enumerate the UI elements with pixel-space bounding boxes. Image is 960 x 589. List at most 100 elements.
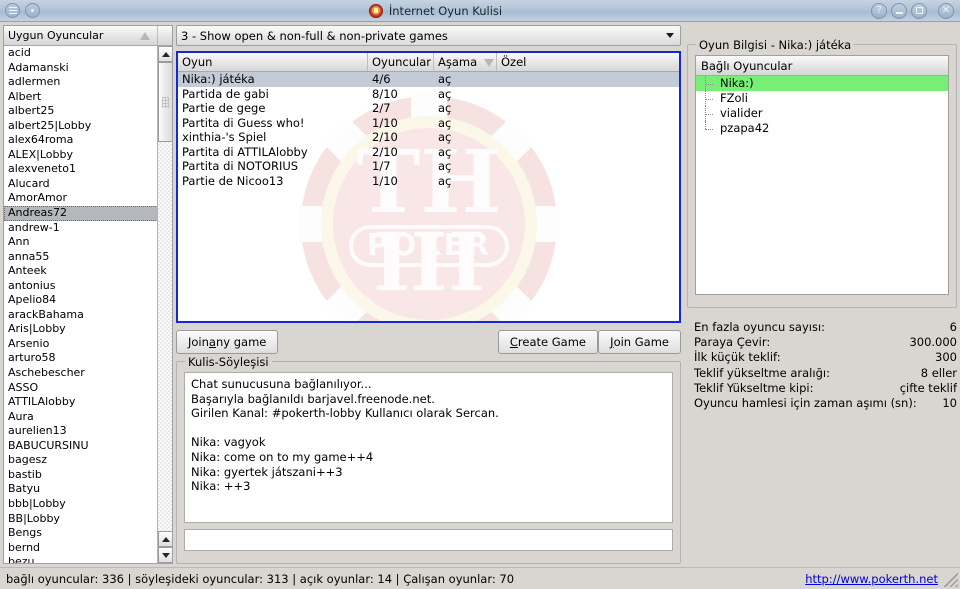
game-cell-oyuncular: 2/10 (372, 144, 398, 159)
player-list-item[interactable]: bezu (4, 555, 172, 563)
player-list-item[interactable]: AmorAmor (4, 191, 172, 206)
svg-text:III: III (372, 215, 484, 309)
player-list-item[interactable]: Aschebescher (4, 366, 172, 381)
player-list-item[interactable]: albert25|Lobby (4, 119, 172, 134)
game-cell-asama: aç (438, 86, 452, 101)
player-list-item[interactable]: Albert (4, 90, 172, 105)
create-game-button[interactable]: Create Game (497, 330, 598, 354)
game-row[interactable]: Nika:) játéka 4/6 aç (178, 72, 679, 87)
player-list-item[interactable]: antonius (4, 279, 172, 294)
game-cell-ozel (497, 72, 679, 87)
main-content: Uygun Oyuncular acid Adamanski adlermen Alb… (0, 22, 960, 567)
available-players-list[interactable]: acid Adamanski adlermen Albert albert25 alber… (4, 46, 172, 563)
game-action-buttons: Join a ny game Create Game Join Game (176, 330, 681, 354)
connected-player-item[interactable]: pzapa42 (696, 121, 948, 136)
join-game-button[interactable]: Join Game (598, 330, 681, 354)
stat-label: Paraya Çevir: (694, 335, 771, 350)
website-link[interactable]: http://www.pokerth.net (805, 572, 938, 586)
connected-player-item[interactable]: Nika:) (696, 76, 948, 91)
connected-players-list[interactable]: Nika:) FZoli vialider pzapa42 (696, 76, 948, 136)
game-row[interactable]: Partida de gabi 8/10 aç (178, 87, 679, 102)
connected-players-header: Bağlı Oyuncular (696, 56, 948, 76)
player-list-item[interactable]: ALEX|Lobby (4, 148, 172, 163)
column-header-asama[interactable]: Aşama (434, 53, 497, 71)
player-list-item[interactable]: aurelien13 (4, 424, 172, 439)
player-list-item[interactable]: Batyu (4, 482, 172, 497)
game-filter-dropdown[interactable]: 3 - Show open & non-full & non-private g… (176, 25, 681, 46)
stat-row: Teklif Yükseltme kipi: çifte teklif (694, 381, 957, 396)
scroll-up-button-bottom[interactable] (158, 531, 172, 547)
column-header-oyuncular[interactable]: Oyuncular (368, 53, 434, 71)
close-button[interactable]: ✕ (938, 2, 954, 19)
chevron-down-icon[interactable] (662, 28, 678, 43)
column-header-oyun[interactable]: Oyun (178, 53, 368, 71)
players-scrollbar[interactable] (157, 46, 172, 563)
header-divider (157, 26, 158, 45)
player-list-item[interactable]: Aura (4, 410, 172, 425)
games-table-header: Oyun Oyuncular Aşama Özel (178, 53, 679, 72)
player-list-item[interactable]: Arsenio (4, 337, 172, 352)
player-list-item[interactable]: Bengs (4, 526, 172, 541)
connected-player-item[interactable]: vialider (696, 106, 948, 121)
player-list-item[interactable]: alex64roma (4, 133, 172, 148)
player-list-item[interactable]: Andreas72 (4, 206, 172, 221)
player-list-item[interactable]: bastib (4, 468, 172, 483)
game-cell-ozel (497, 87, 679, 102)
game-row[interactable]: Partita di ATTILAlobby 2/10 aç (178, 145, 679, 160)
player-list-item[interactable]: ASSO (4, 381, 172, 396)
player-list-item[interactable]: Aris|Lobby (4, 322, 172, 337)
game-cell-asama: aç (438, 115, 452, 130)
maximize-button[interactable] (911, 2, 927, 19)
games-table-body: TH III POKER Nika:) játéka 4/6 aç Partida d… (178, 72, 679, 321)
player-list-item[interactable]: arackBahama (4, 308, 172, 323)
game-cell-ozel (497, 145, 679, 160)
game-row[interactable]: Partita di NOTORIUS 1/7 aç (178, 159, 679, 174)
player-list-item[interactable]: bbb|Lobby (4, 497, 172, 512)
svg-text:POKER: POKER (366, 228, 490, 263)
resize-grip-icon[interactable] (944, 573, 958, 587)
minimize-button[interactable] (891, 2, 907, 19)
game-row[interactable]: Partie de gege 2/7 aç (178, 101, 679, 116)
available-players-header[interactable]: Uygun Oyuncular (4, 26, 172, 46)
help-button[interactable]: ? (871, 2, 887, 19)
player-list-item[interactable]: alexveneto1 (4, 162, 172, 177)
scroll-up-button[interactable] (158, 46, 172, 62)
player-list-item[interactable]: BABUCURSINU (4, 439, 172, 454)
join-any-game-button[interactable]: Join a ny game (176, 330, 279, 354)
game-info-title: Oyun Bilgisi - Nika:) játéka (696, 38, 855, 52)
stat-value: 300.000 (909, 335, 957, 350)
game-cell-oyun: Partida de gabi (182, 86, 269, 101)
player-list-item[interactable]: bagesz (4, 453, 172, 468)
player-list-item[interactable]: andrew-1 (4, 221, 172, 236)
scrollbar-thumb[interactable] (158, 62, 172, 142)
player-list-item[interactable]: arturo58 (4, 351, 172, 366)
create-game-label: reate Game (517, 335, 586, 349)
column-header-ozel[interactable]: Özel (497, 53, 679, 71)
player-list-item[interactable]: Anteek (4, 264, 172, 279)
player-list-item[interactable]: albert25 (4, 104, 172, 119)
connected-player-item[interactable]: FZoli (696, 91, 948, 106)
center-column: 3 - Show open & non-full & non-private g… (176, 25, 681, 564)
chat-input[interactable] (184, 529, 673, 551)
player-list-item[interactable]: adlermen (4, 75, 172, 90)
titlebar-center: İnternet Oyun Kulisi (0, 3, 871, 18)
join-game-label: oin Game (613, 335, 669, 349)
player-list-item[interactable]: Apelio84 (4, 293, 172, 308)
player-list-item[interactable]: Alucard (4, 177, 172, 192)
game-row[interactable]: xinthia-'s Spiel 2/10 aç (178, 130, 679, 145)
player-list-item[interactable]: ATTILAlobby (4, 395, 172, 410)
game-row[interactable]: Partie de Nicoo13 1/10 aç (178, 174, 679, 189)
game-cell-ozel (497, 130, 679, 145)
player-list-item[interactable]: anna55 (4, 250, 172, 265)
game-cell-oyun: Partie de gege (182, 101, 266, 115)
player-list-item[interactable]: BB|Lobby (4, 512, 172, 527)
player-list-item[interactable]: Adamanski (4, 61, 172, 76)
player-list-item[interactable]: bernd (4, 541, 172, 556)
games-table[interactable]: Oyun Oyuncular Aşama Özel TH III POKER N… (176, 51, 681, 323)
scroll-down-button[interactable] (158, 547, 172, 563)
player-list-item[interactable]: Ann (4, 235, 172, 250)
poker-chip-icon (368, 3, 383, 18)
window-title: İnternet Oyun Kulisi (388, 3, 503, 18)
player-list-item[interactable]: acid (4, 46, 172, 61)
game-row[interactable]: Partita di Guess who! 1/10 aç (178, 116, 679, 131)
